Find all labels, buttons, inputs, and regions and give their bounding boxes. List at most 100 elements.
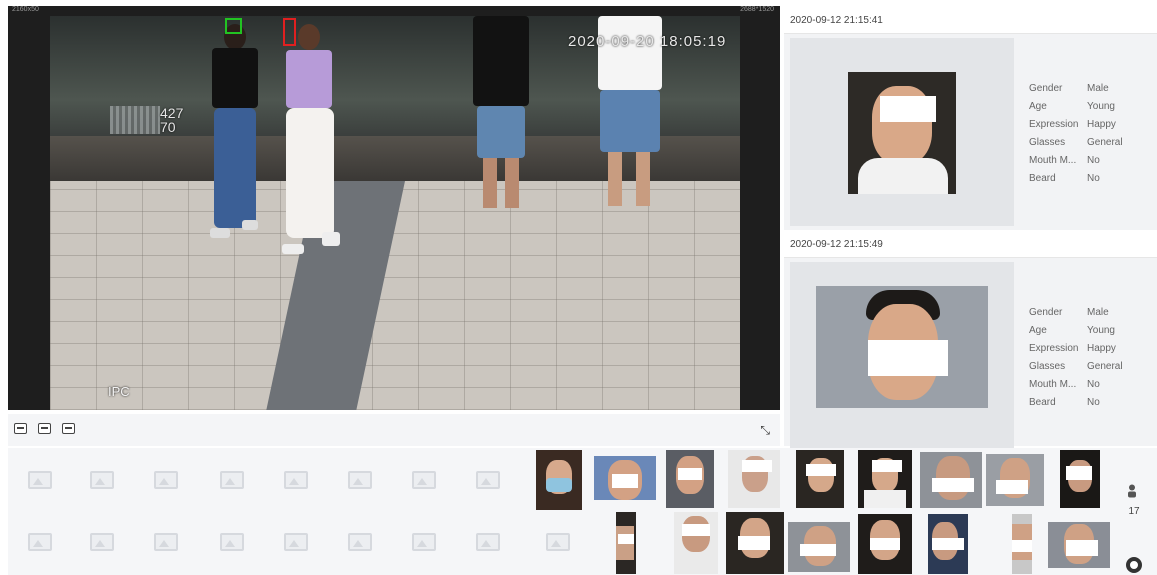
face-thumbnail[interactable] [674, 512, 718, 574]
attr-key: Gender [1029, 307, 1063, 318]
layout-1-icon[interactable] [14, 423, 27, 434]
face-thumbnail[interactable] [1048, 522, 1110, 568]
face-image [816, 286, 988, 408]
face-image [848, 72, 956, 194]
empty-snapshot-slot [10, 450, 70, 510]
image-placeholder-icon [348, 533, 372, 551]
attr-row: Beard No [1029, 170, 1127, 188]
attr-value: No [1087, 397, 1100, 408]
attr-value: Young [1087, 325, 1115, 336]
attr-row: Glasses General [1029, 358, 1127, 376]
face-attributes: Gender Male Age Young Expression Happy Glas… [1029, 80, 1127, 188]
osd-count-bottom: 70 [160, 119, 176, 135]
attr-key: Mouth M... [1029, 155, 1077, 166]
attr-value: General [1087, 137, 1123, 148]
image-placeholder-icon [90, 533, 114, 551]
image-placeholder-icon [154, 471, 178, 489]
empty-snapshot-slot [330, 512, 390, 572]
live-video[interactable]: 427 70 IPC 2160x50 2688*1520 2020-09-20 … [8, 6, 780, 410]
osd-count-top: 427 [160, 105, 184, 121]
face-thumbnail[interactable] [788, 522, 850, 572]
osd-resolution-right: 2688*1520 [740, 6, 774, 13]
layout-2-icon[interactable] [38, 423, 51, 434]
attr-value: No [1087, 173, 1100, 184]
attr-key: Gender [1029, 83, 1063, 94]
blurred-label [110, 106, 160, 134]
face-thumbnail[interactable] [666, 450, 714, 508]
attr-key: Mouth M... [1029, 379, 1077, 390]
count-value: 17 [1128, 506, 1140, 517]
attr-key: Age [1029, 325, 1047, 336]
video-scene: 427 70 IPC [50, 16, 740, 410]
video-toolbar: ⤡ [8, 414, 780, 446]
osd-count: 427 70 [160, 106, 183, 134]
face-card-header: 2020-09-12 21:15:41 [784, 6, 1157, 34]
empty-snapshot-slot [266, 450, 326, 510]
face-snapshot [790, 38, 1014, 226]
face-thumbnail[interactable] [616, 512, 636, 574]
face-thumbnail[interactable] [594, 456, 656, 500]
face-card[interactable]: 2020-09-12 21:15:41 Gender Male Age Young … [784, 6, 1157, 226]
face-thumbnail[interactable] [1060, 450, 1100, 508]
face-thumbnail[interactable] [920, 452, 982, 508]
attr-key: Glasses [1029, 137, 1066, 148]
attr-row: Mouth M... No [1029, 376, 1127, 394]
empty-snapshot-slot [72, 512, 132, 572]
face-card-header: 2020-09-12 21:15:49 [784, 230, 1157, 258]
gear-icon[interactable] [1126, 557, 1142, 573]
empty-snapshot-slot [202, 512, 262, 572]
empty-snapshot-slot [202, 450, 262, 510]
empty-snapshot-slot [72, 450, 132, 510]
face-detection-page: 427 70 IPC 2160x50 2688*1520 2020-09-20 … [0, 0, 1157, 575]
attr-row: Gender Male [1029, 304, 1127, 322]
image-placeholder-icon [220, 533, 244, 551]
snapshot-strip [8, 448, 1157, 575]
attr-value: Happy [1087, 119, 1116, 130]
attr-value: Male [1087, 307, 1109, 318]
face-thumbnail[interactable] [726, 512, 784, 574]
face-thumbnail[interactable] [986, 454, 1044, 506]
attr-value: General [1087, 361, 1123, 372]
empty-snapshot-slot [394, 512, 454, 572]
face-thumbnail[interactable] [928, 514, 968, 574]
osd-resolution-left: 2160x50 [12, 6, 39, 13]
image-placeholder-icon [476, 471, 500, 489]
attr-row: Expression Happy [1029, 116, 1127, 134]
image-placeholder-icon [220, 471, 244, 489]
attr-row: Glasses General [1029, 134, 1127, 152]
face-thumbnail[interactable] [1012, 514, 1032, 574]
face-thumbnail[interactable] [728, 450, 780, 508]
face-detection-box-red[interactable] [283, 18, 296, 46]
attr-key: Beard [1029, 173, 1056, 184]
image-placeholder-icon [284, 471, 308, 489]
attr-value: Happy [1087, 343, 1116, 354]
attr-row: Age Young [1029, 98, 1127, 116]
capture-time: 2020-09-12 21:15:49 [790, 239, 883, 250]
attr-value: No [1087, 155, 1100, 166]
face-card[interactable]: 2020-09-12 21:15:49 Gender Male Age Young … [784, 230, 1157, 450]
attr-row: Gender Male [1029, 80, 1127, 98]
empty-snapshot-slot [458, 512, 518, 572]
image-placeholder-icon [90, 471, 114, 489]
face-thumbnail[interactable] [858, 450, 912, 508]
attr-key: Expression [1029, 343, 1079, 354]
empty-snapshot-slot [136, 450, 196, 510]
attr-value: Young [1087, 101, 1115, 112]
layout-3-icon[interactable] [62, 423, 75, 434]
image-placeholder-icon [412, 471, 436, 489]
fullscreen-icon[interactable]: ⤡ [760, 423, 770, 438]
empty-snapshot-slot [136, 512, 196, 572]
empty-snapshot-slot [266, 512, 326, 572]
attr-row: Age Young [1029, 322, 1127, 340]
image-placeholder-icon [546, 533, 570, 551]
attr-value: Male [1087, 83, 1109, 94]
face-detection-box-green[interactable] [225, 18, 242, 34]
face-thumbnail[interactable] [796, 450, 844, 508]
pedestrian [272, 24, 352, 264]
face-thumbnail[interactable] [536, 450, 582, 510]
face-thumbnail[interactable] [858, 514, 912, 574]
image-placeholder-icon [348, 471, 372, 489]
attr-row: Beard No [1029, 394, 1127, 412]
attr-row: Mouth M... No [1029, 152, 1127, 170]
pedestrian [465, 16, 535, 226]
